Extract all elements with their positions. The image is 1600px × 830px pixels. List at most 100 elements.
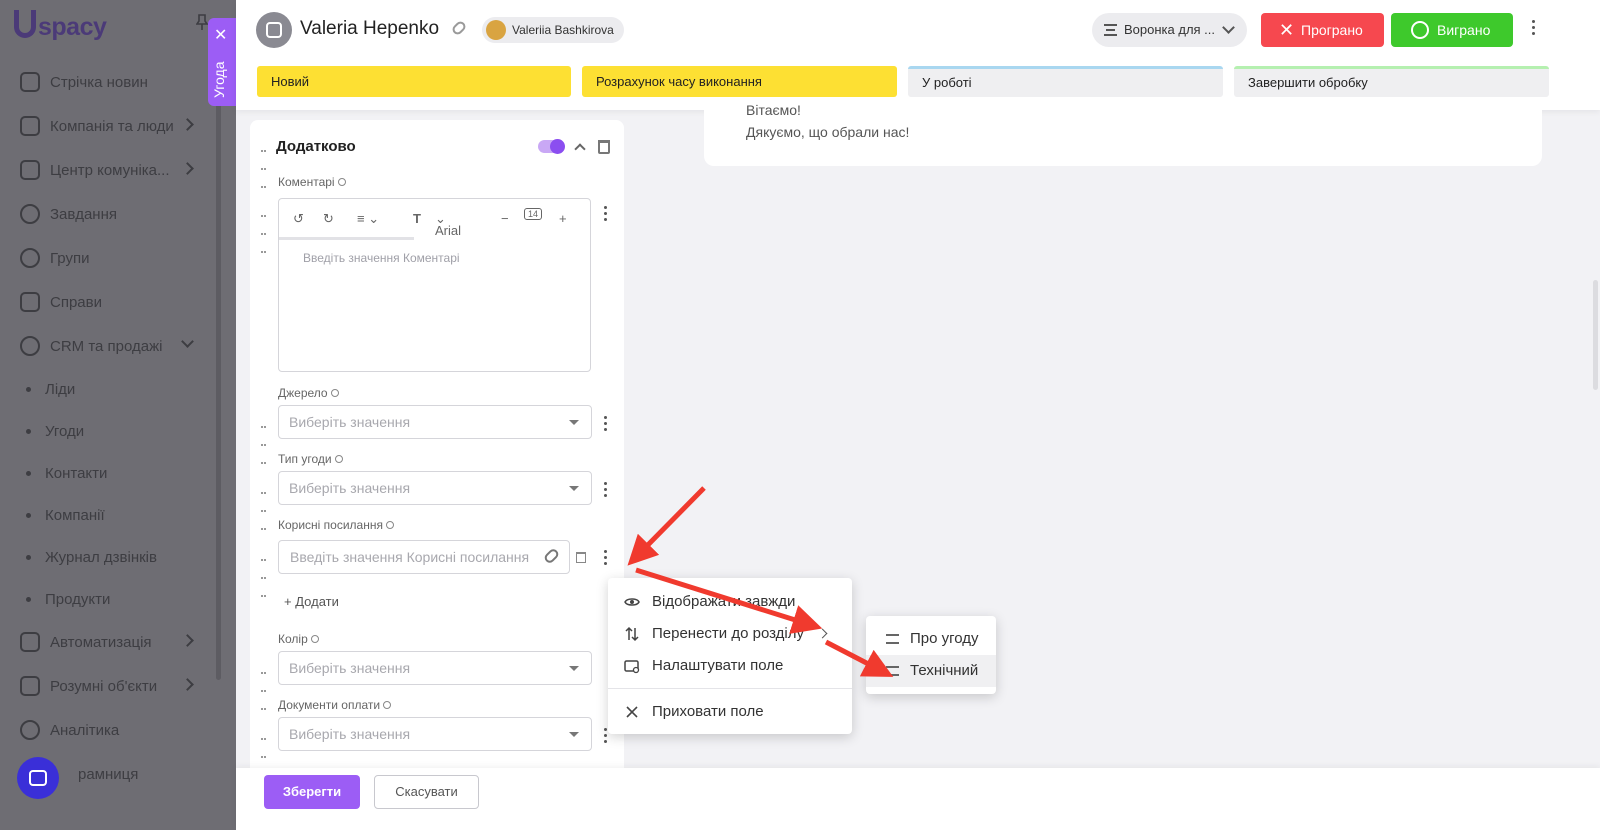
close-icon[interactable]: ✕: [214, 28, 227, 44]
sidebar-item-crm[interactable]: CRM та продажі: [0, 324, 222, 368]
sidebar-item-analytics[interactable]: Аналітика: [0, 708, 222, 752]
section-toggle[interactable]: [538, 139, 565, 154]
sidebar-subitem-label: Ліди: [45, 380, 76, 398]
users-icon: [20, 248, 40, 268]
pin-icon[interactable]: [196, 14, 208, 30]
field-options-icon[interactable]: [604, 416, 608, 434]
check-circle-icon: [20, 204, 40, 224]
sidebar-item-label: Справи: [50, 293, 102, 311]
sidebar-item-groups[interactable]: Групи: [0, 236, 222, 280]
sidebar-subitem-label: Компанії: [45, 506, 105, 524]
section-submenu: Про угоду Технічний: [866, 616, 996, 694]
undo-icon[interactable]: ↺: [293, 211, 304, 227]
chevron-right-icon: [181, 118, 194, 131]
drag-handle-icon[interactable]: [261, 729, 269, 776]
trash-icon[interactable]: [576, 552, 586, 563]
chevron-right-icon: [181, 162, 194, 175]
drag-handle-icon[interactable]: [261, 206, 269, 253]
field-options-icon[interactable]: [604, 482, 608, 500]
drag-handle-icon[interactable]: [261, 663, 269, 710]
drag-handle-icon[interactable]: [261, 550, 269, 597]
add-link-button[interactable]: + Додати: [284, 594, 339, 609]
increase-size-icon[interactable]: +: [559, 211, 567, 226]
section-icon: [886, 634, 899, 644]
sidebar-item-activities[interactable]: Справи: [0, 280, 222, 324]
font-select[interactable]: Arial ⌄: [435, 211, 461, 238]
color-select[interactable]: Виберіть значення: [278, 651, 592, 685]
trash-icon[interactable]: [598, 140, 610, 154]
link-icon: [542, 547, 561, 565]
lost-button[interactable]: ✕ Програно: [1261, 13, 1384, 47]
sidebar-subitem-products[interactable]: Продукти: [0, 578, 222, 620]
sidebar-subitem-deals[interactable]: Угоди: [0, 410, 222, 452]
menu-item-hide-field[interactable]: Приховати поле: [608, 696, 852, 728]
drag-handle-icon[interactable]: [261, 417, 269, 464]
funnel-select[interactable]: Воронка для ...: [1092, 13, 1247, 47]
footer-bar: Зберегти Скасувати: [236, 768, 1600, 830]
stage-finish[interactable]: Завершити обробку: [1234, 66, 1549, 97]
align-icon[interactable]: ≡ ⌄: [357, 211, 379, 227]
settings-field-icon: [624, 660, 640, 674]
sidebar-subitem-companies[interactable]: Компанії: [0, 494, 222, 536]
eye-icon: [337, 178, 346, 186]
sidebar-subitem-call-log[interactable]: Журнал дзвінків: [0, 536, 222, 578]
menu-item-configure-field[interactable]: Налаштувати поле: [608, 650, 852, 682]
field-label-source: Джерело: [278, 386, 339, 400]
redo-icon[interactable]: ↻: [323, 211, 334, 227]
field-options-icon[interactable]: [604, 550, 608, 568]
sidebar-item-automation[interactable]: Автоматизація: [0, 620, 222, 664]
edit-icon: [20, 160, 40, 180]
drag-handle-icon[interactable]: [261, 141, 269, 188]
won-button[interactable]: Виграно: [1391, 13, 1513, 47]
owner-chip[interactable]: Valeriia Bashkirova: [482, 17, 624, 43]
sidebar-item-news[interactable]: Стрічка новин: [0, 60, 222, 104]
menu-item-show-always[interactable]: Відображати завжди: [608, 586, 852, 618]
text-format-icon[interactable]: T: [413, 211, 421, 226]
sidebar-item-tasks[interactable]: Завдання: [0, 192, 222, 236]
chat-support-button[interactable]: [17, 757, 59, 799]
link-icon[interactable]: [450, 19, 468, 37]
sidebar-subitem-label: Журнал дзвінків: [45, 548, 157, 566]
menu-item-move-to-section[interactable]: Перенести до розділу: [608, 618, 852, 650]
field-label-text: Документи оплати: [278, 698, 381, 712]
chevron-up-icon[interactable]: [574, 143, 586, 155]
section-title: Додатково: [276, 138, 356, 155]
decrease-size-icon[interactable]: −: [501, 211, 509, 226]
sidebar-subitem-contacts[interactable]: Контакти: [0, 452, 222, 494]
stage-new[interactable]: Новий: [257, 66, 571, 97]
select-placeholder: Виберіть значення: [289, 660, 411, 676]
sidebar-item-communications[interactable]: Центр комуніка...: [0, 148, 222, 192]
sidebar-scrollbar[interactable]: [216, 60, 221, 680]
app-logo[interactable]: spacy: [14, 10, 107, 42]
cancel-button[interactable]: Скасувати: [374, 775, 479, 809]
sidebar-item-company[interactable]: Компанія та люди: [0, 104, 222, 148]
field-label-text: Коментарі: [278, 175, 335, 189]
comments-editor[interactable]: ↺ ↻ ≡ ⌄ T Arial ⌄ − 14 + Введіть значенн…: [278, 198, 591, 372]
deal-tab-label: Угода: [211, 61, 227, 99]
field-options-icon[interactable]: [604, 206, 608, 224]
payment-docs-select[interactable]: Виберіть значення: [278, 717, 592, 751]
stage-estimate[interactable]: Розрахунок часу виконання: [582, 66, 897, 97]
font-size-value[interactable]: 14: [524, 208, 543, 220]
save-button[interactable]: Зберегти: [264, 775, 360, 809]
sidebar-item-label: Розумні об'єкти: [50, 677, 158, 695]
submenu-item-technical[interactable]: Технічний: [866, 655, 996, 687]
input-placeholder: Введіть значення Корисні посилання: [290, 549, 530, 565]
submenu-item-about-deal[interactable]: Про угоду: [866, 623, 996, 655]
chevron-down-icon: [1222, 21, 1235, 34]
drag-handle-icon[interactable]: [261, 483, 269, 530]
stage-in-progress[interactable]: У роботі: [908, 66, 1223, 97]
deal-type-select[interactable]: Виберіть значення: [278, 471, 592, 505]
sidebar-item-label: Групи: [50, 249, 90, 267]
deal-side-tab[interactable]: ✕ Угода: [208, 18, 236, 106]
sidebar: spacy Стрічка новин Компанія та люди Цен…: [0, 0, 240, 830]
content-scrollbar[interactable]: [1593, 280, 1598, 390]
sidebar-item-smart-objects[interactable]: Розумні об'єкти: [0, 664, 222, 708]
editor-toolbar: ↺ ↻ ≡ ⌄ T Arial ⌄ − 14 +: [279, 199, 590, 239]
source-select[interactable]: Виберіть значення: [278, 405, 592, 439]
links-input[interactable]: Введіть значення Корисні посилання: [278, 540, 570, 574]
sidebar-subitem-leads[interactable]: Ліди: [0, 368, 222, 410]
stage-label: Розрахунок часу виконання: [596, 74, 762, 89]
more-options-icon[interactable]: [1532, 20, 1536, 38]
comments-placeholder: Введіть значення Коментарі: [303, 251, 460, 265]
